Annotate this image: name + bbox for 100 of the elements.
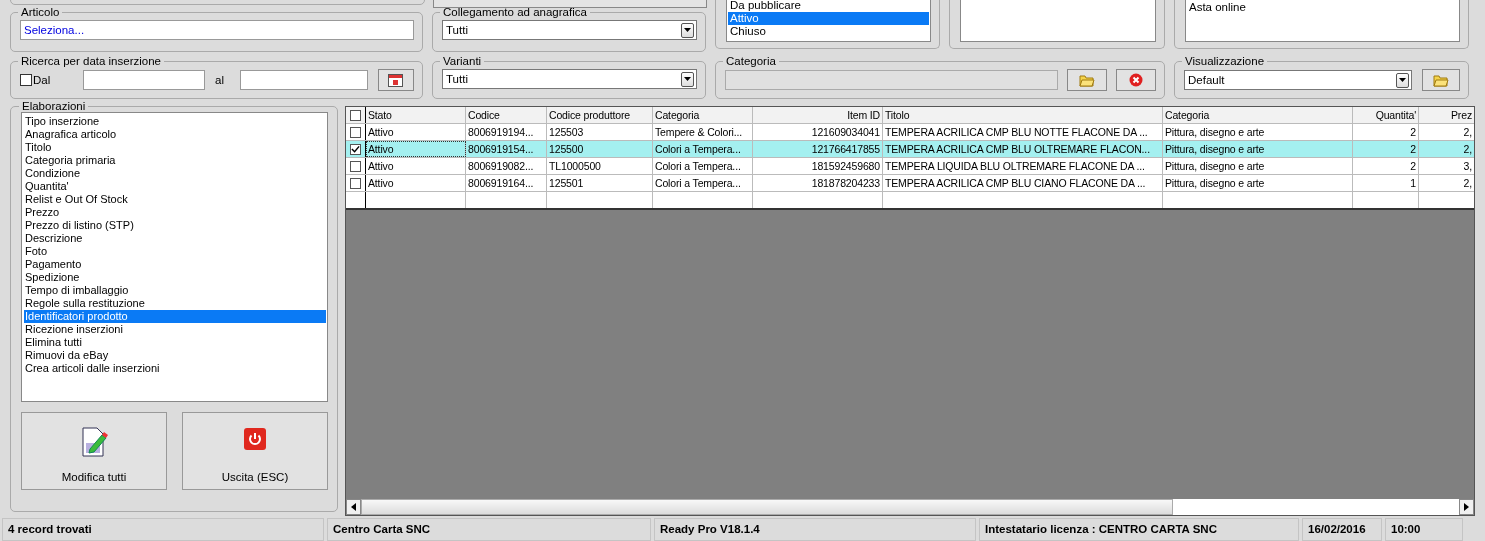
list-item[interactable]: Foto (24, 245, 326, 258)
table-cell: Colori a Tempera... (653, 175, 753, 191)
table-cell: 121766417855 (753, 141, 883, 157)
table-cell: 125501 (547, 175, 653, 191)
status-text: Intestatario licenza : CENTRO CARTA SNC (979, 518, 1299, 541)
dropdown-button[interactable] (681, 22, 694, 38)
date-from-field[interactable] (83, 70, 205, 90)
list-item[interactable]: Da pubblicare (728, 0, 929, 12)
clear-button[interactable] (1116, 69, 1156, 91)
table-cell: 2 (1353, 124, 1419, 140)
list-item[interactable]: Attivo (728, 12, 929, 25)
list-item[interactable]: Relist e Out Of Stock (24, 193, 326, 206)
caret-icon (684, 77, 691, 81)
calendar-button[interactable] (377, 69, 414, 91)
category-field[interactable] (725, 70, 1058, 90)
close-icon (1129, 73, 1143, 87)
date-to-field[interactable] (239, 70, 368, 90)
table-cell: Attivo (366, 141, 466, 157)
table-cell: Attivo (366, 158, 466, 174)
list-item[interactable]: Categoria primaria (24, 154, 326, 167)
folder-icon (1433, 73, 1449, 87)
table-cell: Colori a Tempera... (653, 158, 753, 174)
status-text: Centro Carta SNC (327, 518, 651, 541)
table-cell: Tempere & Colori... (653, 124, 753, 140)
list-item[interactable]: Asta online (1187, 1, 1458, 14)
list-item[interactable]: Tempo di imballaggio (24, 284, 326, 297)
right-triangle-icon (1464, 503, 1469, 511)
scroll-right-button[interactable] (1459, 499, 1474, 515)
list-item[interactable]: Titolo (24, 141, 326, 154)
column-header[interactable]: Codice (466, 107, 547, 123)
browse-button[interactable] (1067, 69, 1107, 91)
table-cell: 121609034041 (753, 124, 883, 140)
list-item[interactable]: Quantita' (24, 180, 326, 193)
variants-dropdown[interactable]: Tutti (442, 69, 697, 89)
scroll-left-button[interactable] (346, 499, 361, 515)
list-item[interactable]: Tipo inserzione (24, 115, 326, 128)
column-header[interactable]: Categoria (1163, 107, 1353, 123)
list-item[interactable]: Condizione (24, 167, 326, 180)
table-cell: 2, (1419, 175, 1474, 191)
list-item[interactable]: Anagrafica articolo (24, 128, 326, 141)
table-cell: Pittura, disegno e arte (1163, 175, 1353, 191)
list-item[interactable]: Rimuovi da eBay (24, 349, 326, 362)
table-cell: 8006919082... (466, 158, 547, 174)
table-cell: TEMPERA ACRILICA CMP BLU OLTREMARE FLACON... (883, 141, 1163, 157)
group-label: Categoria (725, 55, 777, 67)
list-item[interactable]: Elimina tutti (24, 336, 326, 349)
checkbox[interactable] (350, 126, 361, 138)
list-item[interactable]: Chiuso (728, 25, 929, 38)
list-item[interactable]: Ricezione inserzioni (24, 323, 326, 336)
scrollbar-thumb[interactable] (361, 499, 1173, 515)
dropdown-button[interactable] (681, 71, 694, 87)
edit-button[interactable]: Modifica tutti (21, 412, 167, 490)
table-cell: 8006919194... (466, 124, 547, 140)
exit-button[interactable]: Uscita (ESC) (182, 412, 328, 490)
table-cell: 8006919154... (466, 141, 547, 157)
browse-button[interactable] (1422, 69, 1460, 91)
group-label: Ricerca per data inserzione (20, 55, 162, 67)
horizontal-scrollbar[interactable] (346, 499, 1474, 515)
table-cell: Colori a Tempera... (653, 141, 753, 157)
column-header[interactable]: Titolo (883, 107, 1163, 123)
caret-icon (684, 28, 691, 32)
table-cell: 1 (1353, 175, 1419, 191)
edit-document-icon (80, 427, 108, 457)
checkbox[interactable] (20, 74, 32, 86)
group-label: Collegamento ad anagrafica (442, 6, 588, 18)
dropdown-button[interactable] (1396, 72, 1409, 88)
column-header[interactable]: Item ID (753, 107, 883, 123)
status-text: 16/02/2016 (1302, 518, 1382, 541)
table-cell: Pittura, disegno e arte (1163, 141, 1353, 157)
folder-icon (1079, 73, 1095, 87)
link-dropdown[interactable]: Tutti (442, 20, 697, 40)
column-header[interactable]: Codice produttore (547, 107, 653, 123)
list-item[interactable]: Prezzo di listino (STP) (24, 219, 326, 232)
table-cell: 2 (1353, 141, 1419, 157)
article-field[interactable]: Seleziona... (20, 20, 414, 40)
checkbox[interactable] (350, 160, 361, 172)
table-cell: 2, (1419, 141, 1474, 157)
list-item[interactable]: Descrizione (24, 232, 326, 245)
table-cell: 3, (1419, 158, 1474, 174)
table-cell: 2 (1353, 158, 1419, 174)
checkbox[interactable] (350, 177, 361, 189)
table-cell: 125503 (547, 124, 653, 140)
table-cell: TEMPERA LIQUIDA BLU OLTREMARE FLACONE DA ... (883, 158, 1163, 174)
list-item[interactable]: Prezzo (24, 206, 326, 219)
view-dropdown[interactable]: Default (1184, 70, 1412, 90)
list-item[interactable]: Spedizione (24, 271, 326, 284)
list-item[interactable]: Regole sulla restituzione (24, 297, 326, 310)
list-item[interactable]: Identificatori prodotto (24, 310, 326, 323)
checkbox[interactable] (350, 109, 361, 121)
column-header[interactable]: Quantita' (1353, 107, 1419, 123)
calendar-icon (388, 73, 404, 87)
checkbox[interactable] (350, 143, 361, 155)
list-item[interactable]: Crea articoli dalle inserzioni (24, 362, 326, 375)
list-item[interactable]: Pagamento (24, 258, 326, 271)
table-cell: TEMPERA ACRILICA CMP BLU CIANO FLACONE DA ... (883, 175, 1163, 191)
column-header[interactable]: Prez (1419, 107, 1474, 123)
column-header[interactable]: Stato (366, 107, 466, 123)
column-header[interactable]: Categoria (653, 107, 753, 123)
table-cell: 181592459680 (753, 158, 883, 174)
group-label: Visualizzazione (1184, 55, 1266, 67)
